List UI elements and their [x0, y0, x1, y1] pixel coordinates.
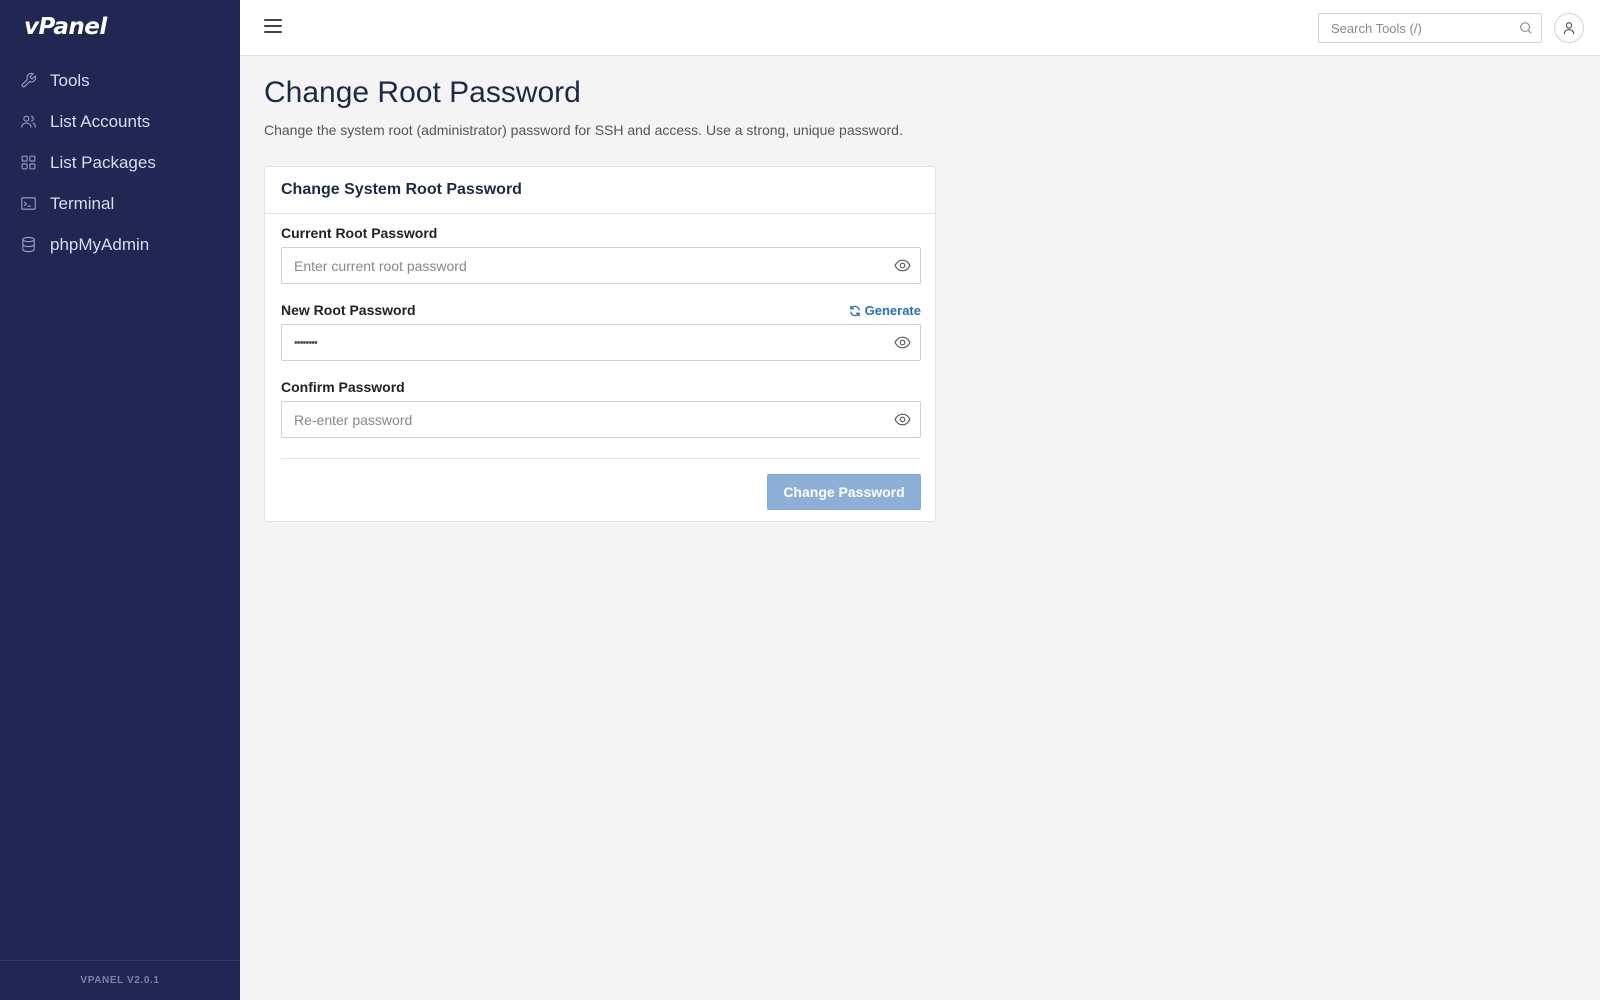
new-password-label: New Root Password [281, 302, 416, 318]
menu-toggle-icon[interactable] [264, 19, 282, 34]
card-header: Change System Root Password [265, 167, 935, 214]
sidebar-item-label: Terminal [50, 193, 115, 213]
new-password-input[interactable] [282, 325, 872, 360]
change-password-button[interactable]: Change Password [767, 474, 921, 510]
sidebar-item-phpmyadmin[interactable]: phpMyAdmin [0, 224, 240, 265]
wrench-icon [21, 72, 37, 88]
sidebar-item-label: phpMyAdmin [50, 234, 150, 254]
page-title: Change Root Password [264, 76, 581, 109]
sidebar-item-list-packages[interactable]: List Packages [0, 142, 240, 183]
new-password-wrapper [281, 324, 921, 361]
new-password-field: New Root Password Generate [281, 302, 921, 361]
database-icon [22, 236, 35, 253]
current-password-input[interactable] [282, 248, 872, 283]
confirm-password-field: Confirm Password [281, 379, 921, 438]
users-icon [21, 115, 36, 128]
sidebar-item-label: List Accounts [50, 111, 151, 131]
refresh-icon [849, 304, 860, 317]
current-password-label: Current Root Password [281, 225, 438, 241]
current-password-field: Current Root Password [281, 225, 921, 284]
user-menu-button[interactable] [1554, 13, 1584, 43]
sidebar-nav: Tools List Accounts List Packages Termin… [0, 60, 240, 265]
eye-icon[interactable] [894, 335, 911, 350]
sidebar-item-label: Tools [50, 70, 90, 90]
sidebar-item-tools[interactable]: Tools [0, 60, 240, 101]
generate-password-link[interactable]: Generate [849, 303, 921, 318]
current-password-wrapper [281, 247, 921, 284]
eye-icon[interactable] [894, 258, 911, 273]
eye-icon[interactable] [894, 412, 911, 427]
card-title: Change System Root Password [281, 181, 522, 198]
generate-label: Generate [864, 303, 921, 318]
form-divider [281, 458, 921, 459]
page-description: Change the system root (administrator) p… [264, 122, 903, 138]
search-input[interactable] [1319, 14, 1509, 42]
sidebar-item-terminal[interactable]: Terminal [0, 183, 240, 224]
grid-icon [21, 155, 36, 170]
version-label: VPANEL V2.0.1 [0, 960, 240, 1000]
confirm-password-wrapper [281, 401, 921, 438]
sidebar-item-label: List Packages [50, 152, 156, 172]
sidebar: vPanel Tools List Accounts List Packages… [0, 0, 240, 1000]
top-bar [240, 0, 1600, 56]
user-icon [1563, 22, 1575, 35]
confirm-password-input[interactable] [282, 402, 872, 437]
app-logo[interactable]: vPanel [24, 14, 107, 40]
sidebar-item-list-accounts[interactable]: List Accounts [0, 101, 240, 142]
change-password-card: Change System Root Password Current Root… [264, 166, 936, 522]
search-box [1318, 13, 1542, 43]
confirm-password-label: Confirm Password [281, 379, 405, 395]
terminal-icon [21, 197, 36, 210]
search-icon[interactable] [1519, 21, 1533, 35]
